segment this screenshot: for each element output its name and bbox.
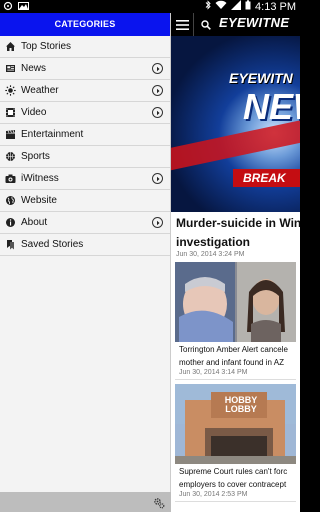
lead-story-title-line2: investigation xyxy=(176,235,251,249)
story-card-title-line1: Supreme Court rules can't forc xyxy=(179,467,288,476)
chevron-right-icon[interactable] xyxy=(152,107,163,118)
chevron-right-icon[interactable] xyxy=(152,173,163,184)
menu-item-entertainment[interactable]: Entertainment xyxy=(0,124,170,146)
globe-icon xyxy=(5,195,16,206)
film-icon xyxy=(5,107,16,118)
menu-item-label: Sports xyxy=(21,151,50,162)
hobby-lobby-sign: HOBBY LOBBY xyxy=(224,395,258,414)
category-menu: Top Stories News Weather Video Entertain… xyxy=(0,36,170,256)
menu-item-label: Saved Stories xyxy=(21,239,84,250)
menu-item-label: Weather xyxy=(21,85,59,96)
newspaper-icon xyxy=(5,63,16,74)
hamburger-icon[interactable] xyxy=(171,13,194,36)
info-icon xyxy=(5,217,16,228)
chevron-right-icon[interactable] xyxy=(152,85,163,96)
story-card-date: Jun 30, 2014 2:53 PM xyxy=(179,491,248,498)
menu-item-label: Website xyxy=(21,195,57,206)
story-card-title-line1: Torrington Amber Alert cancele xyxy=(179,345,288,354)
search-icon[interactable] xyxy=(195,13,217,36)
navigation-drawer: CATEGORIES Top Stories News Weather Vide… xyxy=(0,13,171,512)
app-logo: EYEWITNE xyxy=(219,15,290,30)
menu-item-top-stories[interactable]: Top Stories xyxy=(0,36,170,58)
chevron-right-icon[interactable] xyxy=(152,217,163,228)
lead-story[interactable]: Murder-suicide in Win investigation Jun … xyxy=(171,212,300,258)
settings-icon[interactable] xyxy=(153,496,165,509)
menu-item-label: iWitness xyxy=(21,173,59,184)
story-thumbnail xyxy=(175,262,296,342)
lead-story-date: Jun 30, 2014 3:24 PM xyxy=(176,251,245,258)
camera-icon xyxy=(5,173,16,184)
signal-icon xyxy=(231,0,242,13)
drawer-header: CATEGORIES xyxy=(0,13,170,36)
menu-item-website[interactable]: Website xyxy=(0,190,170,212)
battery-icon xyxy=(245,0,251,13)
lead-story-title-line1: Murder-suicide in Win xyxy=(176,216,300,230)
story-card[interactable]: Torrington Amber Alert cancele mother an… xyxy=(175,262,296,380)
menu-item-label: Video xyxy=(21,107,47,118)
menu-item-about[interactable]: About xyxy=(0,212,170,234)
menu-item-video[interactable]: Video xyxy=(0,102,170,124)
menu-item-weather[interactable]: Weather xyxy=(0,80,170,102)
menu-item-news[interactable]: News xyxy=(0,58,170,80)
story-card-title-line2: employers to cover contracept xyxy=(179,480,287,489)
ball-icon xyxy=(5,151,16,162)
menu-item-saved-stories[interactable]: Saved Stories xyxy=(0,234,170,256)
story-thumbnail: HOBBY LOBBY xyxy=(175,384,296,464)
story-card[interactable]: HOBBY LOBBY Supreme Court rules can't fo… xyxy=(175,384,296,502)
menu-item-sports[interactable]: Sports xyxy=(0,146,170,168)
menu-item-label: About xyxy=(21,217,48,228)
story-card-title-line2: mother and infant found in AZ xyxy=(179,358,284,367)
menu-item-label: News xyxy=(21,63,47,74)
app-bar: EYEWITNE xyxy=(171,13,300,36)
clapperboard-icon xyxy=(5,129,16,140)
bluetooth-icon xyxy=(205,0,211,13)
wifi-icon xyxy=(215,0,227,13)
hero-ew-text: EYEWITN xyxy=(229,70,293,86)
menu-item-iwitness[interactable]: iWitness xyxy=(0,168,170,190)
status-time: 4:13 PM xyxy=(255,0,296,13)
chevron-right-icon[interactable] xyxy=(152,63,163,74)
sun-icon xyxy=(5,85,16,96)
status-bar: 4:13 PM xyxy=(0,0,300,13)
hero-news-text: NEW xyxy=(243,86,300,127)
hero-image[interactable]: EYEWITN NEW BREAK xyxy=(171,36,300,212)
news-feed: EYEWITNE EYEWITN NEW BREAK Murder-suicid… xyxy=(171,13,300,512)
hero-breaking-banner: BREAK xyxy=(233,169,300,187)
menu-item-label: Top Stories xyxy=(21,41,72,52)
bookmark-icon xyxy=(5,239,16,250)
menu-item-label: Entertainment xyxy=(21,129,84,140)
story-card-date: Jun 30, 2014 3:14 PM xyxy=(179,369,248,376)
drawer-footer xyxy=(0,492,171,512)
home-icon xyxy=(5,41,16,52)
